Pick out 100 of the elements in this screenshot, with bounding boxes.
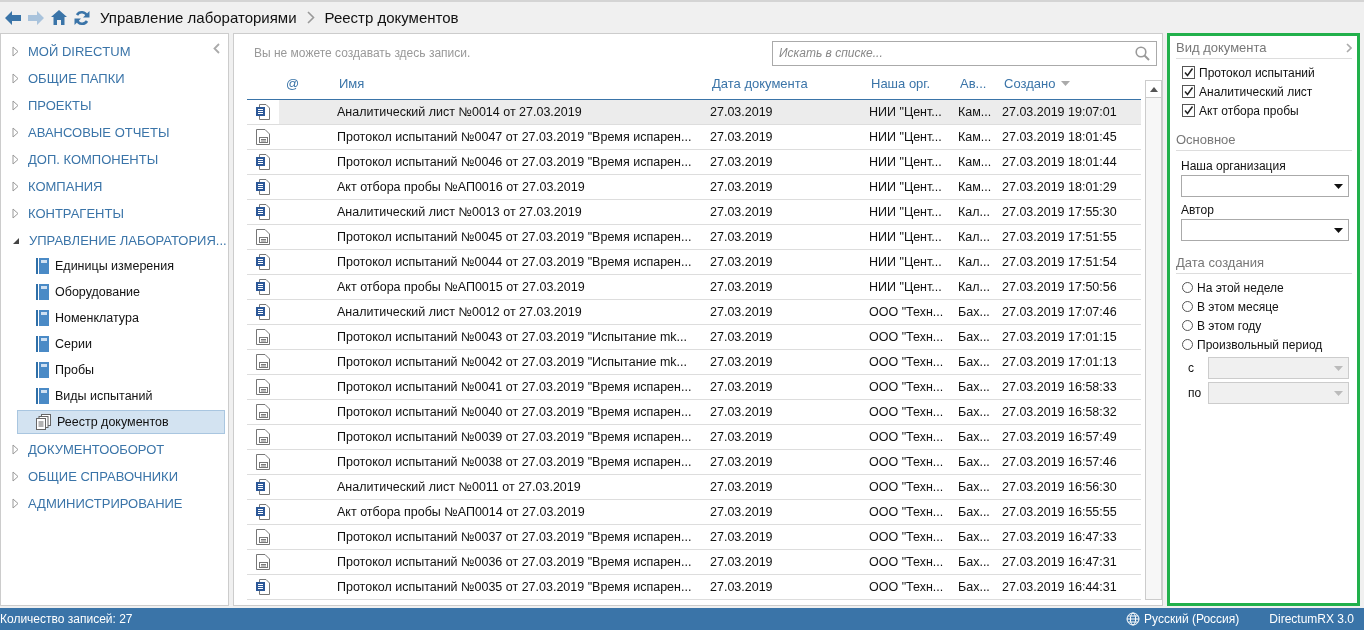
table-cell-text: Протокол испытаний №0047 от 27.03.2019 "Время испарен... [337, 130, 693, 144]
table-cell-text: 27.03.2019 [710, 305, 774, 319]
table-row[interactable]: Аналитический лист №0013 от 27.03.2019 27.03.2019 НИИ "Цент... Кал... 27.03.2019 17:55:30 [247, 200, 1141, 225]
table-cell-text: НИИ "Цент... [869, 180, 943, 194]
table-row[interactable]: Акт отбора пробы №АП0014 от 27.03.2019 27.03.2019 ООО "Техн... Бах... 27.03.2019 16:55:55 [247, 500, 1141, 525]
table-row[interactable]: Аналитический лист №0014 от 27.03.2019 27.03.2019 НИИ "Цент... Кам... 27.03.2019 19:07:01 [247, 100, 1141, 125]
table-cell-text: 27.03.2019 16:56:30 [1002, 480, 1118, 494]
chevron-left-icon[interactable] [213, 43, 220, 54]
table-row[interactable]: Протокол испытаний №0042 от 27.03.2019 "Испытание mk... 27.03.2019 ООО "Техн... Бах... 27.03.2019 17:01:13 [247, 350, 1141, 375]
table-cell-text: 27.03.2019 [710, 580, 774, 594]
table-row[interactable]: Акт отбора пробы №АП0015 от 27.03.2019 27.03.2019 НИИ "Цент... Кал... 27.03.2019 17:50:56 [247, 275, 1141, 300]
search-field[interactable]: Искать в списке... [772, 40, 1157, 66]
field-label: Автор [1180, 202, 1215, 219]
nav-section[interactable]: ОБЩИЕ ПАПКИ [1, 65, 228, 92]
nav-section[interactable]: УПРАВЛЕНИЕ ЛАБОРАТОРИЯ... [1, 227, 228, 254]
table-row[interactable]: Протокол испытаний №0040 от 27.03.2019 "Время испарен... 27.03.2019 ООО "Техн... Бах... 27.03.2019 16:58:32 [247, 400, 1141, 425]
table-row[interactable]: Акт отбора пробы №АП0016 от 27.03.2019 27.03.2019 НИИ "Цент... Кам... 27.03.2019 18:01:29 [247, 175, 1141, 200]
radio-option[interactable]: Произвольный период [1176, 335, 1352, 354]
dropdown-field[interactable] [1181, 219, 1349, 241]
table-row[interactable]: Аналитический лист №0011 от 27.03.2019 27.03.2019 ООО "Техн... Бах... 27.03.2019 16:56:30 [247, 475, 1141, 500]
radio-option[interactable]: В этом месяце [1176, 297, 1352, 316]
table-cell-text: Аналитический лист №0011 от 27.03.2019 [337, 480, 582, 494]
table-cell-text: 27.03.2019 16:58:33 [1002, 380, 1118, 394]
table-cell-text: 27.03.2019 17:51:54 [1002, 255, 1118, 269]
table-row[interactable]: Протокол испытаний №0035 от 27.03.2019 "Время испарен... 27.03.2019 ООО "Техн... Бах... 27.03.2019 16:44:31 [247, 575, 1141, 600]
table-cell-text: Протокол испытаний №0043 от 27.03.2019 "Испытание mk... [337, 330, 689, 344]
radio-option[interactable]: На этой неделе [1176, 278, 1352, 297]
checkbox-option[interactable]: Аналитический лист [1176, 82, 1352, 101]
sort-descending-icon [1061, 81, 1071, 86]
table-cell-text: Протокол испытаний №0037 от 27.03.2019 "Время испарен... [337, 530, 693, 544]
radio-option[interactable]: В этом году [1176, 316, 1352, 335]
column-header[interactable]: @ [279, 76, 337, 91]
nav-section[interactable]: АДМИНИСТРИРОВАНИЕ [1, 490, 228, 517]
nav-section[interactable]: МОЙ DIRECTUM [1, 38, 228, 65]
column-header[interactable]: Имя [337, 76, 712, 91]
nav-section[interactable]: КОМПАНИЯ [1, 173, 228, 200]
search-icon[interactable] [1135, 45, 1150, 61]
table-cell-text: 27.03.2019 [710, 105, 774, 119]
table-cell-text: 27.03.2019 [710, 530, 774, 544]
table-cell-text: НИИ "Цент... [869, 155, 943, 169]
nav-item[interactable]: Реестр документов [17, 410, 225, 434]
table-row[interactable]: Протокол испытаний №0045 от 27.03.2019 "Время испарен... 27.03.2019 НИИ "Цент... Кал... 27.03.2019 17:51:55 [247, 225, 1141, 250]
globe-icon[interactable] [1126, 612, 1141, 626]
checkbox-option[interactable]: Акт отбора пробы [1176, 101, 1352, 120]
nav-item[interactable]: Серии [17, 332, 225, 356]
table-row[interactable]: Протокол испытаний №0044 от 27.03.2019 "Время испарен... 27.03.2019 НИИ "Цент... Кал... 27.03.2019 17:51:54 [247, 250, 1141, 275]
table-row[interactable]: Протокол испытаний №0041 от 27.03.2019 "Время испарен... 27.03.2019 ООО "Техн... Бах... 27.03.2019 16:58:33 [247, 375, 1141, 400]
checkbox[interactable] [1182, 66, 1195, 79]
table-row[interactable]: Протокол испытаний №0037 от 27.03.2019 "Время испарен... 27.03.2019 ООО "Техн... Бах... 27.03.2019 16:47:33 [247, 525, 1141, 550]
nav-section[interactable]: ОБЩИЕ СПРАВОЧНИКИ [1, 463, 228, 490]
nav-section[interactable]: КОНТРАГЕНТЫ [1, 200, 228, 227]
notice-text: Вы не можете создавать здесь записи. [254, 46, 471, 60]
version-text: DirectumRX 3.0 [1269, 612, 1354, 626]
table-cell-text: НИИ "Цент... [869, 230, 943, 244]
chevron-right-icon[interactable] [1346, 42, 1352, 53]
nav-item[interactable]: Оборудование [17, 280, 225, 304]
table-row[interactable]: Протокол испытаний №0036 от 27.03.2019 "Время испарен... 27.03.2019 ООО "Техн... Бах... 27.03.2019 16:47:31 [247, 550, 1141, 575]
breadcrumb-link[interactable]: Реестр документов [324, 9, 459, 26]
table-cell-text: НИИ "Цент... [869, 255, 943, 269]
home-icon[interactable] [51, 10, 67, 25]
column-header[interactable]: Наша орг. [871, 76, 960, 91]
table-cell-text: Кал... [958, 205, 991, 219]
table-row[interactable]: Протокол испытаний №0046 от 27.03.2019 "Время испарен... 27.03.2019 НИИ "Цент... Кам... 27.03.2019 18:01:44 [247, 150, 1141, 175]
text-document-icon [256, 354, 270, 370]
book-icon [36, 388, 49, 404]
column-header[interactable]: Дата документа [712, 76, 871, 91]
table-cell-text: Кам... [958, 105, 993, 119]
scrollbar[interactable] [1145, 80, 1162, 600]
nav-section[interactable]: ПРОЕКТЫ [1, 92, 228, 119]
up-triangle-icon [1149, 86, 1158, 92]
table-row[interactable]: Аналитический лист №0012 от 27.03.2019 27.03.2019 ООО "Техн... Бах... 27.03.2019 17:07:46 [247, 300, 1141, 325]
dropdown-field[interactable] [1181, 175, 1349, 197]
checkbox-option[interactable]: Протокол испытаний [1176, 63, 1352, 82]
nav-item[interactable]: Единицы измерения [17, 254, 225, 278]
table-cell-text: Бах... [958, 330, 991, 344]
nav-section[interactable]: ДОКУМЕНТООБОРОТ [1, 436, 228, 463]
column-header[interactable]: Создано [1004, 76, 1143, 91]
table-cell-text: НИИ "Цент... [869, 130, 943, 144]
refresh-icon[interactable] [74, 9, 90, 26]
nav-section[interactable]: АВАНСОВЫЕ ОТЧЕТЫ [1, 119, 228, 146]
scroll-up-button[interactable] [1146, 81, 1161, 98]
back-arrow-icon[interactable] [5, 10, 21, 25]
table-cell-text: Протокол испытаний №0044 от 27.03.2019 "Время испарен... [337, 255, 693, 269]
nav-item[interactable]: Виды испытаний [17, 384, 225, 408]
table-row[interactable]: Протокол испытаний №0039 от 27.03.2019 "Время испарен... 27.03.2019 ООО "Техн... Бах... 27.03.2019 16:57:49 [247, 425, 1141, 450]
nav-item[interactable]: Номенклатура [17, 306, 225, 330]
language-indicator[interactable]: Русский (Россия) [1144, 612, 1240, 626]
checkbox[interactable] [1182, 104, 1195, 117]
column-header[interactable]: Ав... [960, 76, 1004, 91]
breadcrumb-link[interactable]: Управление лабораториями [100, 9, 297, 26]
field-label: Наша организация [1180, 158, 1287, 175]
dropdown-caret-icon [1334, 365, 1343, 371]
checkbox[interactable] [1182, 85, 1195, 98]
nav-section[interactable]: ДОП. КОМПОНЕНТЫ [1, 146, 228, 173]
table-row[interactable]: Протокол испытаний №0047 от 27.03.2019 "Время испарен... 27.03.2019 НИИ "Цент... Кам... 27.03.2019 18:01:45 [247, 125, 1141, 150]
table-row[interactable]: Протокол испытаний №0043 от 27.03.2019 "Испытание mk... 27.03.2019 ООО "Техн... Бах... 27.03.2019 17:01:15 [247, 325, 1141, 350]
text-document-icon [256, 129, 270, 145]
nav-item[interactable]: Пробы [17, 358, 225, 382]
table-cell-text: Кал... [958, 255, 991, 269]
table-row[interactable]: Протокол испытаний №0038 от 27.03.2019 "Время испарен... 27.03.2019 ООО "Техн... Бах... 27.03.2019 16:57:46 [247, 450, 1141, 475]
